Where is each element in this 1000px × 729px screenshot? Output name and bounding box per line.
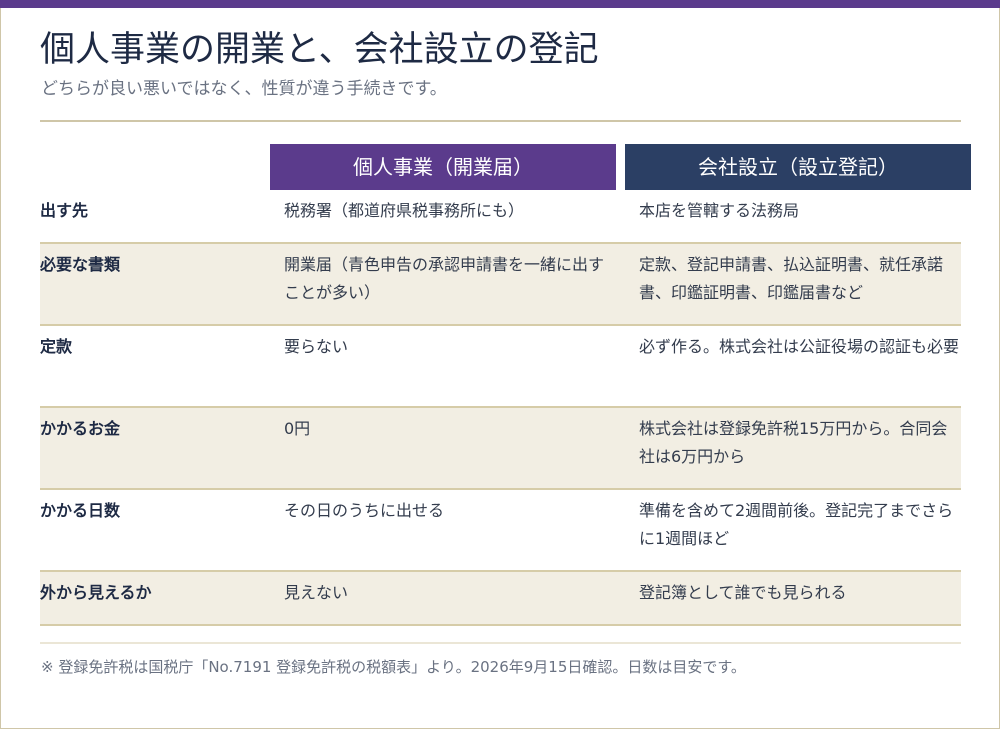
row-label: 定款 [40, 337, 73, 356]
page-subtitle: どちらが良い悪いではなく、性質が違う手続きです。 [41, 79, 447, 99]
cell-sole-proprietor: その日のうちに出せる [284, 501, 445, 520]
row-label: 外から見えるか [40, 583, 152, 602]
cell-company: 準備を含めて2週間前後。登記完了までさらに1週間ほど [639, 501, 954, 548]
table-row: かかる日数 その日のうちに出せる 準備を含めて2週間前後。登記完了までさらに1週… [40, 490, 961, 572]
row-label: かかる日数 [40, 501, 121, 520]
table-row: 外から見えるか 見えない 登記簿として誰でも見られる [40, 572, 961, 626]
top-accent-bar [0, 0, 1000, 8]
cell-company: 株式会社は登録免許税15万円から。合同会社は6万円から [639, 419, 948, 466]
table-row: 出す先 税務署（都道府県税事務所にも） 本店を管轄する法務局 [40, 190, 961, 244]
cell-sole-proprietor: 0円 [284, 419, 311, 438]
column-header-company: 会社設立（設立登記） [625, 144, 971, 190]
cell-company: 必ず作る。株式会社は公証役場の認証も必要 [639, 337, 960, 356]
table-row: 必要な書類 開業届（青色申告の承認申請書を一緒に出すことが多い） 定款、登記申請… [40, 244, 961, 326]
cell-company: 定款、登記申請書、払込証明書、就任承諾書、印鑑証明書、印鑑届書など [639, 255, 944, 302]
cell-sole-proprietor: 税務署（都道府県税事務所にも） [284, 201, 525, 220]
cell-company: 登記簿として誰でも見られる [639, 583, 847, 602]
cell-sole-proprietor: 見えない [284, 583, 349, 602]
page-title: 個人事業の開業と、会社設立の登記 [40, 30, 599, 70]
footnote: ※ 登録免許税は国税庁「No.7191 登録免許税の税額表」より。2026年9月… [41, 658, 746, 676]
cell-sole-proprietor: 要らない [284, 337, 349, 356]
row-divider [40, 624, 961, 626]
header-divider [40, 120, 961, 122]
footer-divider [40, 642, 961, 644]
column-header-sole-proprietor: 個人事業（開業届） [270, 144, 616, 190]
row-label: 出す先 [40, 201, 89, 220]
row-label: かかるお金 [40, 419, 121, 438]
cell-sole-proprietor: 開業届（青色申告の承認申請書を一緒に出すことが多い） [284, 255, 605, 302]
cell-company: 本店を管轄する法務局 [639, 201, 800, 220]
table-row: かかるお金 0円 株式会社は登録免許税15万円から。合同会社は6万円から [40, 408, 961, 490]
table-row: 定款 要らない 必ず作る。株式会社は公証役場の認証も必要 [40, 326, 961, 408]
row-label: 必要な書類 [40, 255, 121, 274]
